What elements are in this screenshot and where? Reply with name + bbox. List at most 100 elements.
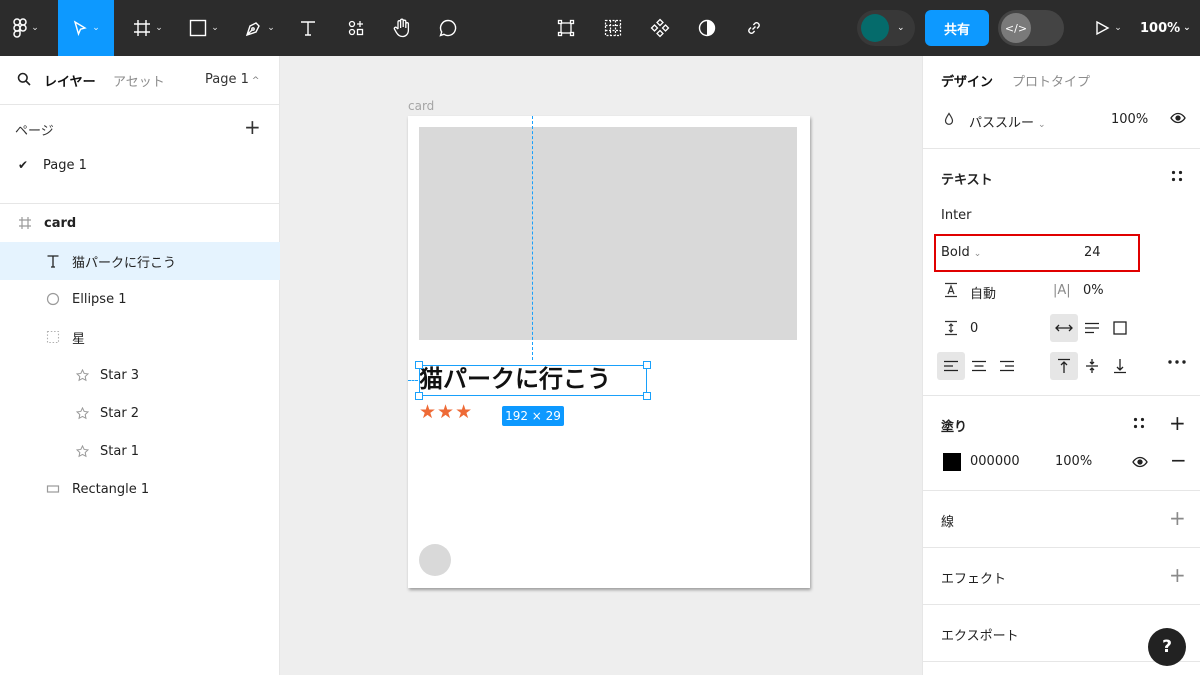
- contrast-tool-button[interactable]: [691, 0, 723, 56]
- ellipse-shape[interactable]: [419, 544, 451, 576]
- dev-mode-toggle[interactable]: </>: [998, 10, 1064, 46]
- divider: [923, 547, 1200, 548]
- add-fill-button[interactable]: +: [1169, 411, 1186, 435]
- figma-logo-icon: [13, 18, 27, 38]
- present-button[interactable]: ⌄: [1088, 0, 1128, 56]
- add-stroke-button[interactable]: +: [1169, 506, 1186, 530]
- layer-label: card: [44, 215, 77, 231]
- tab-assets[interactable]: アセット: [113, 71, 165, 90]
- selection-tool-button[interactable]: [550, 0, 582, 56]
- align-right-button[interactable]: [993, 352, 1021, 380]
- align-middle-button[interactable]: [1078, 352, 1106, 380]
- letter-spacing-input[interactable]: 0%: [1083, 283, 1104, 298]
- resize-handle-bottom-left[interactable]: [415, 392, 423, 400]
- page-item-page-1[interactable]: ✔ Page 1: [0, 152, 280, 182]
- main-menu-button[interactable]: ⌄: [0, 0, 52, 56]
- add-effect-button[interactable]: +: [1169, 563, 1186, 587]
- canvas[interactable]: card 猫パークに行こう ★★★ 192 × 29: [280, 56, 922, 675]
- smart-guide-vertical: [532, 116, 533, 360]
- align-left-button[interactable]: [937, 352, 965, 380]
- zoom-control[interactable]: 100% ⌄: [1140, 0, 1191, 56]
- fill-hex-input[interactable]: 000000: [970, 454, 1020, 469]
- paragraph-spacing-input[interactable]: 0: [970, 321, 978, 336]
- add-page-button[interactable]: +: [244, 117, 261, 137]
- layer-item-title-text[interactable]: 猫パークに行こう: [0, 242, 280, 280]
- page-item-label: Page 1: [43, 158, 87, 173]
- eye-icon[interactable]: [1170, 111, 1186, 125]
- star-rating[interactable]: ★★★: [419, 401, 473, 423]
- comment-tool-button[interactable]: [432, 0, 464, 56]
- pointer-icon: [72, 20, 88, 36]
- divider: [0, 104, 280, 105]
- frame-label[interactable]: card: [408, 99, 434, 113]
- shape-tool-button[interactable]: ⌄: [180, 0, 228, 56]
- layer-opacity-input[interactable]: 100%: [1111, 112, 1148, 127]
- resize-handle-top-left[interactable]: [415, 361, 423, 369]
- tab-design[interactable]: デザイン: [941, 71, 993, 90]
- resize-handle-bottom-right[interactable]: [643, 392, 651, 400]
- layer-item-star-2[interactable]: Star 2: [0, 394, 280, 432]
- ellipse-icon: [45, 291, 61, 307]
- letter-spacing-icon: |A|: [1053, 283, 1071, 298]
- page-selector[interactable]: Page 1 ^: [205, 72, 259, 87]
- layer-item-ellipse-1[interactable]: Ellipse 1: [0, 280, 280, 318]
- grid-tool-button[interactable]: [597, 0, 629, 56]
- blend-mode-select[interactable]: パススルー ⌄: [969, 112, 1046, 131]
- divider: [923, 395, 1200, 396]
- hand-icon: [392, 18, 412, 38]
- contrast-icon: [698, 19, 716, 37]
- frame-tool-button[interactable]: ⌄: [124, 0, 172, 56]
- layer-item-card[interactable]: card: [0, 204, 280, 242]
- remove-fill-button[interactable]: −: [1170, 448, 1187, 472]
- fill-color-swatch[interactable]: [943, 453, 961, 471]
- text-section-heading: テキスト: [941, 173, 993, 188]
- card-frame[interactable]: 猫パークに行こう ★★★ 192 × 29: [408, 116, 810, 588]
- search-icon[interactable]: [17, 72, 31, 90]
- auto-height-button[interactable]: [1078, 314, 1106, 342]
- chevron-down-icon: ⌄: [1038, 120, 1046, 130]
- hand-tool-button[interactable]: [386, 0, 418, 56]
- pen-tool-button[interactable]: ⌄: [236, 0, 284, 56]
- layer-label: Rectangle 1: [72, 481, 150, 497]
- fill-opacity-input[interactable]: 100%: [1055, 454, 1092, 469]
- layer-label: Star 3: [100, 367, 140, 383]
- image-placeholder[interactable]: [419, 127, 797, 340]
- align-bottom-button[interactable]: [1106, 352, 1134, 380]
- component-tool-button[interactable]: [644, 0, 676, 56]
- blend-mode-value: パススルー: [969, 116, 1035, 131]
- fill-styles-icon[interactable]: [1132, 416, 1146, 430]
- layer-label: 星: [72, 331, 86, 347]
- layer-item-star-3[interactable]: Star 3: [0, 356, 280, 394]
- chevron-down-icon: ⌄: [267, 23, 275, 33]
- text-tool-button[interactable]: [292, 0, 324, 56]
- eye-icon[interactable]: [1132, 455, 1148, 469]
- tab-layers[interactable]: レイヤー: [44, 71, 96, 90]
- layer-item-rectangle-1[interactable]: Rectangle 1: [0, 470, 280, 508]
- layer-item-stars-group[interactable]: 星: [0, 318, 280, 356]
- share-button[interactable]: 共有: [925, 10, 989, 46]
- align-center-button[interactable]: [965, 352, 993, 380]
- text-styles-icon[interactable]: [1170, 169, 1184, 183]
- resources-tool-button[interactable]: [340, 0, 372, 56]
- more-options-icon[interactable]: [1167, 359, 1187, 365]
- layer-label: 猫パークに行こう: [72, 255, 177, 271]
- tab-prototype[interactable]: プロトタイプ: [1012, 71, 1090, 90]
- align-top-button[interactable]: [1050, 352, 1078, 380]
- resize-handle-top-right[interactable]: [643, 361, 651, 369]
- auto-width-button[interactable]: [1050, 314, 1078, 342]
- help-button[interactable]: ?: [1148, 628, 1186, 666]
- star-icon: [74, 405, 90, 421]
- move-tool-button[interactable]: ⌄: [58, 0, 114, 56]
- font-family-select[interactable]: Inter: [941, 208, 972, 223]
- fixed-size-button[interactable]: [1106, 314, 1134, 342]
- layer-item-star-1[interactable]: Star 1: [0, 432, 280, 470]
- divider: [923, 490, 1200, 491]
- divider: [923, 604, 1200, 605]
- link-tool-button[interactable]: [738, 0, 770, 56]
- line-height-input[interactable]: 自動: [970, 283, 996, 302]
- page-selector-label: Page 1: [205, 72, 249, 87]
- chevron-down-icon: ⌄: [1183, 23, 1191, 33]
- collaborator-avatar[interactable]: ⌄: [857, 10, 915, 46]
- frame-icon: [17, 215, 33, 231]
- chevron-down-icon: ⌄: [155, 23, 163, 33]
